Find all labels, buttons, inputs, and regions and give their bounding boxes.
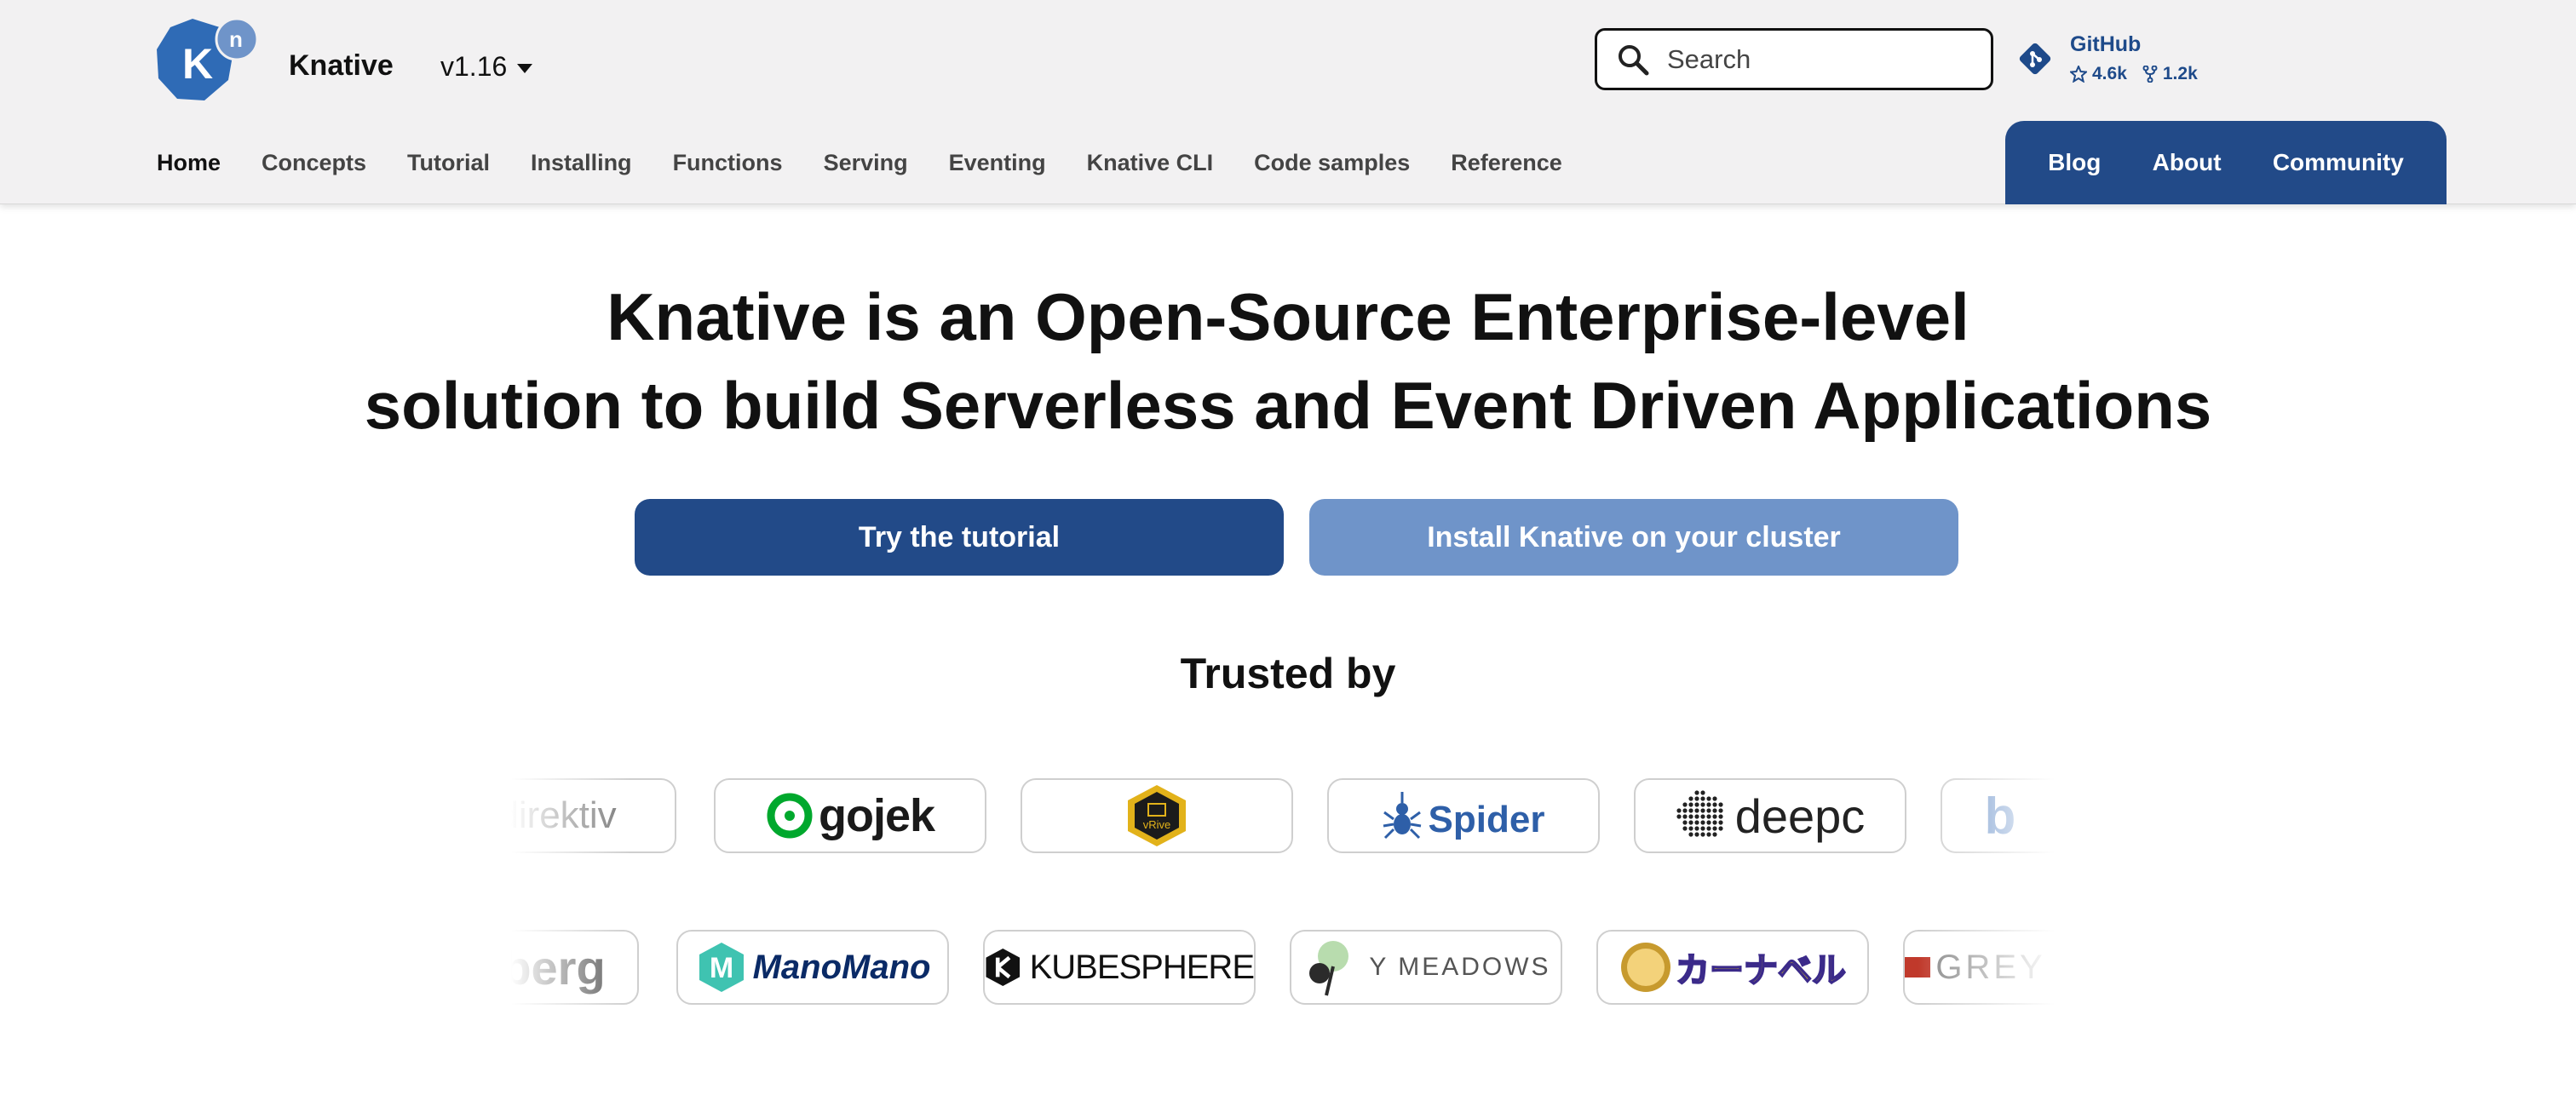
star-icon: [2070, 66, 2087, 83]
hero-title-line-1: Knative is an Open-Source Enterprise-lev…: [607, 279, 1969, 354]
main-nav: Home Concepts Tutorial Installing Functi…: [157, 150, 1603, 176]
logo-letter: K: [182, 40, 213, 88]
version-label: v1.16: [440, 51, 508, 82]
site-header: K n Knative v1.16 GitHub 4.6k: [0, 0, 2576, 204]
grey-logo: GREY: [1935, 948, 2046, 986]
svg-text:vRive: vRive: [1143, 818, 1171, 831]
nav-reference[interactable]: Reference: [1451, 150, 1562, 176]
github-stars: 4.6k: [2070, 64, 2127, 84]
logo-card-grey[interactable]: GREY: [1903, 930, 2055, 1005]
direktiv-logo: direktiv: [511, 794, 617, 836]
trusted-logos-row-1: direktiv gojek vRive Spider deepc b: [511, 775, 2055, 860]
nav-serving[interactable]: Serving: [824, 150, 908, 176]
install-knative-button[interactable]: Install Knative on your cluster: [1309, 499, 1958, 576]
caret-down-icon: [517, 64, 533, 73]
logo-card-manomano[interactable]: M ManoMano: [676, 930, 949, 1005]
spider-logo: Spider: [1428, 799, 1545, 840]
svg-text:M: M: [709, 952, 733, 984]
logo-card-vrive[interactable]: vRive: [1021, 778, 1293, 853]
nav-blog[interactable]: Blog: [2048, 149, 2101, 176]
b-logo: b: [1984, 787, 2016, 845]
nav-community[interactable]: Community: [2273, 149, 2404, 176]
logo-card-spider[interactable]: Spider: [1327, 778, 1600, 853]
logo-badge: n: [229, 26, 243, 52]
logo-card-carnavel[interactable]: カーナベル: [1596, 930, 1869, 1005]
logo-card-gojek[interactable]: gojek: [714, 778, 986, 853]
carnavel-logo: カーナベル: [1675, 951, 1847, 990]
y-meadows-logo: Y MEADOWS: [1369, 953, 1551, 981]
hero-title: Knative is an Open-Source Enterprise-lev…: [0, 272, 2576, 450]
grey-icon: [1905, 957, 1931, 977]
github-label: GitHub: [2070, 32, 2142, 56]
search-input[interactable]: [1667, 43, 1974, 75]
logo-card-b[interactable]: b: [1941, 778, 2055, 853]
manomano-icon: M: [699, 943, 744, 992]
logo-card-deepc[interactable]: deepc: [1634, 778, 1906, 853]
gojek-icon: [767, 793, 813, 839]
logo-card-kubesphere[interactable]: KUBESPHERE: [983, 930, 1256, 1005]
nav-installing[interactable]: Installing: [531, 150, 632, 176]
github-forks: 1.2k: [2142, 64, 2198, 84]
search-box[interactable]: [1595, 28, 1993, 90]
version-selector[interactable]: v1.16: [440, 51, 533, 83]
berg-logo: berg: [511, 940, 606, 995]
git-icon: [2019, 43, 2051, 74]
nav-code-samples[interactable]: Code samples: [1254, 150, 1410, 176]
try-tutorial-button[interactable]: Try the tutorial: [635, 499, 1284, 576]
deepc-icon: [1676, 790, 1723, 837]
kubesphere-logo: KUBESPHERE: [1029, 948, 1254, 986]
hero-title-line-2: solution to build Serverless and Event D…: [364, 368, 2212, 443]
y-meadows-icon: [1309, 941, 1349, 996]
nav-about[interactable]: About: [2153, 149, 2222, 176]
kubesphere-icon: [986, 948, 1021, 987]
vrive-icon: vRive: [1128, 785, 1186, 846]
logo-card-y-meadows[interactable]: Y MEADOWS: [1290, 930, 1562, 1005]
github-link[interactable]: GitHub 4.6k 1.2k: [2015, 32, 2198, 84]
spider-icon: [1383, 792, 1421, 840]
nav-functions[interactable]: Functions: [673, 150, 783, 176]
gojek-logo: gojek: [818, 790, 935, 841]
trusted-by-heading: Trusted by: [1180, 650, 1396, 697]
logo-card-berg[interactable]: berg: [511, 930, 639, 1005]
nav-home[interactable]: Home: [157, 150, 221, 176]
nav-concepts[interactable]: Concepts: [262, 150, 366, 176]
knative-logo[interactable]: K n: [153, 17, 259, 104]
trusted-logos-row-2: berg M ManoMano KUBESPHERE Y MEADOWS カーナ…: [511, 926, 2055, 1012]
nav-eventing[interactable]: Eventing: [949, 150, 1046, 176]
fork-icon: [2142, 66, 2158, 83]
search-icon: [1619, 44, 1649, 75]
deepc-logo: deepc: [1734, 788, 1866, 843]
brand-name[interactable]: Knative: [289, 49, 394, 83]
manomano-logo: ManoMano: [752, 948, 931, 986]
secondary-nav: Blog About Community: [2005, 121, 2447, 204]
carnavel-icon: [1621, 943, 1670, 992]
nav-knative-cli[interactable]: Knative CLI: [1087, 150, 1214, 176]
nav-tutorial[interactable]: Tutorial: [407, 150, 490, 176]
logo-card-direktiv[interactable]: direktiv: [511, 778, 676, 853]
